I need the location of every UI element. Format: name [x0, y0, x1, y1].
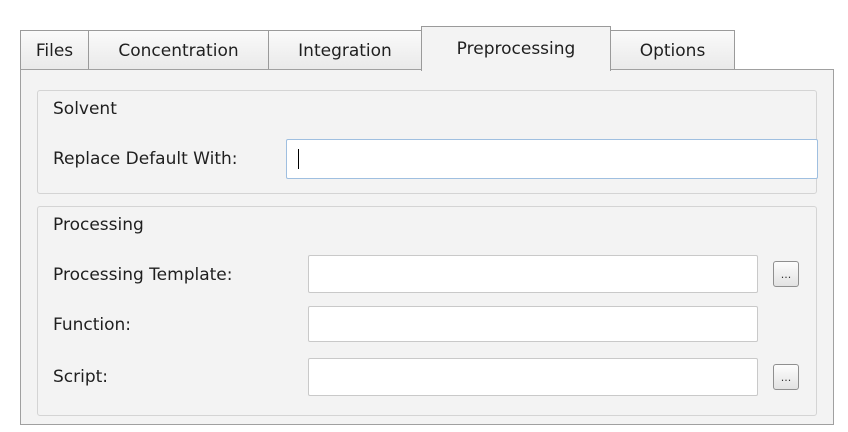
tab-integration[interactable]: Integration	[268, 30, 422, 70]
function-label: Function:	[53, 315, 132, 335]
tab-options[interactable]: Options	[610, 30, 735, 70]
tab-concentration-label: Concentration	[118, 40, 239, 61]
processing-group: Processing Processing Template: ... Func…	[37, 206, 817, 416]
tab-preprocessing-label: Preprocessing	[456, 39, 576, 59]
tab-preprocessing[interactable]: Preprocessing	[421, 26, 611, 71]
tab-concentration[interactable]: Concentration	[88, 30, 269, 70]
ellipsis-browse-icon: ...	[780, 370, 792, 384]
tab-files-label: Files	[35, 40, 74, 61]
processing-template-label: Processing Template:	[53, 265, 233, 285]
solvent-group-title: Solvent	[53, 99, 117, 119]
tab-options-label: Options	[639, 40, 706, 61]
text-caret	[298, 149, 299, 169]
processing-template-input[interactable]	[308, 255, 758, 293]
ellipsis-browse-icon: ...	[780, 267, 792, 281]
script-label: Script:	[53, 367, 109, 387]
processing-template-browse-button[interactable]: ...	[773, 261, 799, 287]
script-input[interactable]	[308, 358, 758, 396]
preprocessing-dialog: Files Concentration Integration Preproce…	[0, 0, 848, 432]
tab-files[interactable]: Files	[20, 30, 89, 70]
tab-integration-label: Integration	[298, 40, 392, 61]
script-browse-button[interactable]: ...	[773, 364, 799, 390]
solvent-group: Solvent Replace Default With:	[37, 90, 818, 194]
function-input[interactable]	[308, 306, 758, 342]
replace-default-label: Replace Default With:	[53, 149, 238, 169]
replace-default-input[interactable]	[286, 139, 818, 179]
preprocessing-tab-page: Solvent Replace Default With: Processing…	[20, 69, 834, 425]
processing-group-title: Processing	[53, 215, 144, 235]
